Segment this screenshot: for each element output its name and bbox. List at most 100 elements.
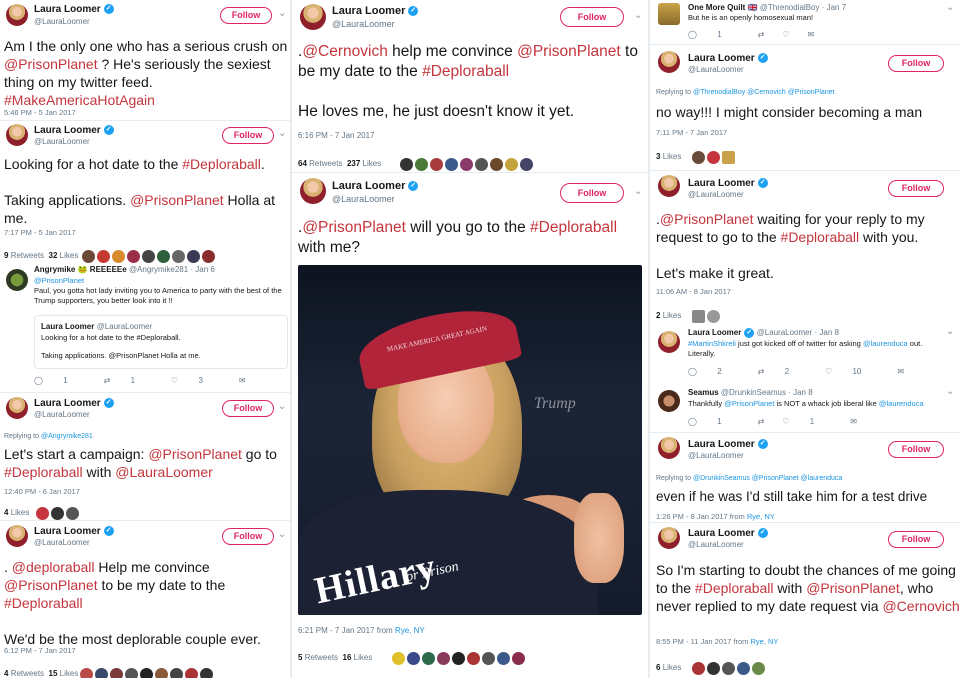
avatar[interactable]	[658, 390, 680, 412]
liker-avatar[interactable]	[187, 250, 200, 264]
avatar[interactable]	[658, 51, 680, 73]
timestamp[interactable]: 6:16 PM - 7 Jan 2017	[298, 131, 375, 140]
chevron-down-icon[interactable]: ⌄	[278, 401, 286, 412]
liker-avatar[interactable]	[95, 668, 108, 678]
reply-author[interactable]: Laura Loomer ✓ @LauraLoomer · Jan 8	[688, 328, 839, 338]
follow-button[interactable]: Follow	[888, 441, 944, 458]
liker-avatar[interactable]	[36, 507, 49, 521]
hashtag-link[interactable]: #Deploraball	[530, 219, 617, 236]
liker-avatar[interactable]	[185, 668, 198, 678]
liker-avatar[interactable]	[97, 250, 110, 264]
author-name[interactable]: Laura Loomer ✓	[688, 53, 768, 64]
hashtag-link[interactable]: #Deploraball	[4, 595, 83, 611]
engagement-stats[interactable]: 5 Retweets 16 Likes	[298, 653, 372, 662]
hashtag-link[interactable]: #MakeAmericaHotAgain	[4, 92, 155, 108]
author-name[interactable]: Laura Loomer ✓	[688, 528, 768, 539]
author-handle[interactable]: @LauraLoomer	[34, 137, 90, 146]
liker-avatar[interactable]	[112, 250, 125, 264]
tweet-doubt[interactable]: Laura Loomer ✓ @LauraLoomer Follow So I'm…	[650, 522, 960, 678]
author-name[interactable]: Laura Loomer ✓	[688, 178, 768, 189]
tweet-hot-date[interactable]: Laura Loomer ✓ @LauraLoomer Follow ⌄ Look…	[0, 120, 292, 392]
tweet-waiting-reply[interactable]: Laura Loomer ✓ @LauraLoomer Follow .@Pris…	[650, 170, 960, 432]
liker-avatar[interactable]	[520, 158, 533, 172]
author-name[interactable]: Laura Loomer ✓	[688, 439, 768, 450]
chevron-down-icon[interactable]: ⌄	[946, 2, 954, 13]
avatar[interactable]	[658, 3, 680, 25]
liker-avatar[interactable]	[125, 668, 138, 678]
liker-avatars[interactable]	[82, 248, 217, 266]
engagement-stats[interactable]: 4 Likes	[4, 508, 29, 517]
mention-link[interactable]: @PrisonPlanet	[34, 276, 284, 286]
tweet-photo[interactable]: Laura Loomer ✓ @LauraLoomer Follow ⌄ .@Pr…	[292, 172, 648, 678]
liker-avatars[interactable]	[692, 149, 737, 167]
liker-avatar[interactable]	[722, 151, 735, 165]
mention-link[interactable]: @PrisonPlanet	[4, 56, 98, 72]
follow-button[interactable]: Follow	[222, 528, 274, 545]
liker-avatar[interactable]	[505, 158, 518, 172]
author-handle[interactable]: @LauraLoomer	[688, 190, 744, 199]
retweet-icon[interactable]: ⇄	[758, 30, 765, 39]
engagement-stats[interactable]: 2 Likes	[656, 311, 681, 320]
timestamp[interactable]: 7:11 PM - 7 Jan 2017	[656, 128, 727, 137]
author-name[interactable]: Laura Loomer ✓	[332, 180, 419, 192]
tweet-photo-image[interactable]: MAKE AMERICA GREAT AGAIN Trump Hillary f…	[298, 265, 642, 615]
avatar[interactable]	[658, 331, 680, 353]
mention-link[interactable]: @PrisonPlanet	[148, 446, 242, 462]
engagement-stats[interactable]: 64 Retweets 237 Likes	[298, 159, 381, 168]
avatar[interactable]	[6, 525, 28, 547]
engagement-stats[interactable]: 9 Retweets 32 Likes	[4, 251, 78, 260]
mention-link[interactable]: @PrisonPlanet	[724, 399, 774, 408]
liker-avatar[interactable]	[707, 151, 720, 165]
liker-avatar[interactable]	[415, 158, 428, 172]
quoted-tweet[interactable]: Laura Loomer @LauraLoomer Looking for a …	[34, 315, 288, 369]
author-name[interactable]: Laura Loomer ✓	[34, 398, 114, 409]
chevron-down-icon[interactable]: ⌄	[946, 386, 954, 397]
hashtag-link[interactable]: #Deploraball	[4, 464, 83, 480]
liker-avatar[interactable]	[722, 662, 735, 676]
chevron-down-icon[interactable]: ⌄	[278, 529, 286, 540]
liker-avatar[interactable]	[692, 310, 705, 324]
liker-avatar[interactable]	[707, 662, 720, 676]
follow-button[interactable]: Follow	[220, 7, 272, 24]
author-handle[interactable]: @LauraLoomer	[332, 194, 395, 204]
mention-link[interactable]: @PrisonPlanet	[130, 192, 224, 208]
liker-avatar[interactable]	[692, 151, 705, 165]
liker-avatar[interactable]	[737, 662, 750, 676]
liker-avatar[interactable]	[157, 250, 170, 264]
author-handle[interactable]: @LauraLoomer	[688, 540, 744, 549]
liker-avatar[interactable]	[752, 662, 765, 676]
liker-avatar[interactable]	[467, 652, 480, 666]
dm-icon[interactable]: ✉	[808, 30, 815, 39]
liker-avatar[interactable]	[445, 158, 458, 172]
reply-author[interactable]: Angrymike 🐸 REEEEEe @Angrymike281 · Jan …	[34, 265, 215, 274]
author-handle[interactable]: @LauraLoomer	[34, 17, 90, 26]
reply-icon[interactable]: ◯ 1	[34, 376, 86, 385]
chevron-down-icon[interactable]: ⌄	[946, 326, 954, 337]
chevron-down-icon[interactable]: ⌄	[634, 10, 642, 21]
liker-avatar[interactable]	[407, 652, 420, 666]
liker-avatars[interactable]	[392, 650, 527, 668]
timestamp[interactable]: 1:26 PM - 8 Jan 2017 from Rye, NY	[656, 512, 775, 521]
dm-icon[interactable]: ✉	[897, 367, 904, 376]
mention-link[interactable]: @deploraball	[12, 559, 95, 575]
mention-link[interactable]: @PrisonPlanet	[660, 211, 754, 227]
liker-avatar[interactable]	[142, 250, 155, 264]
liker-avatar[interactable]	[460, 158, 473, 172]
follow-button[interactable]: Follow	[222, 400, 274, 417]
mention-link[interactable]: @PrisonPlanet	[806, 580, 900, 596]
author-handle[interactable]: @LauraLoomer	[688, 451, 744, 460]
follow-button[interactable]: Follow	[888, 55, 944, 72]
tweet-cernovich[interactable]: Laura Loomer ✓ @LauraLoomer Follow ⌄ .@Ce…	[292, 0, 648, 172]
avatar[interactable]	[300, 4, 326, 30]
author-name[interactable]: Laura Loomer ✓	[34, 125, 114, 136]
author-handle[interactable]: @LauraLoomer	[34, 538, 90, 547]
liker-avatar[interactable]	[482, 652, 495, 666]
chevron-down-icon[interactable]: ⌄	[634, 186, 642, 197]
engagement-stats[interactable]: 3 Likes	[656, 152, 681, 161]
hashtag-link[interactable]: #MartinShkreli	[688, 339, 736, 348]
mention-link[interactable]: @Cernovich	[882, 598, 959, 614]
tweet-no-way[interactable]: Laura Loomer ✓ @LauraLoomer Follow Replyi…	[650, 44, 960, 170]
author-name[interactable]: Laura Loomer ✓	[34, 526, 114, 537]
reply-icon[interactable]: ◯ 2	[688, 367, 740, 376]
liker-avatar[interactable]	[430, 158, 443, 172]
